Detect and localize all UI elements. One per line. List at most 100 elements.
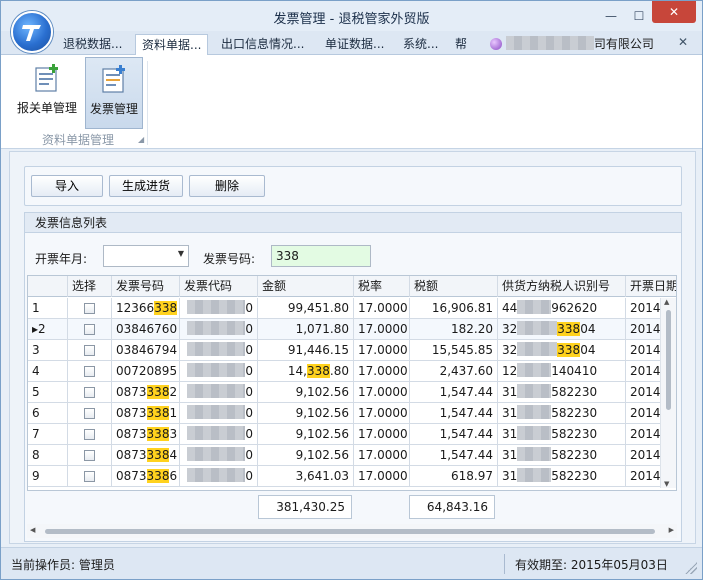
scrollbar-thumb[interactable] bbox=[666, 310, 671, 410]
amount-cell: 91,446.15 bbox=[258, 340, 354, 361]
tax-amount-text: 1,547.44 bbox=[439, 448, 493, 462]
col-header-invoice-date[interactable]: 开票日期 bbox=[626, 276, 676, 297]
tax-amount-cell: 618.97 bbox=[410, 466, 498, 487]
col-header-select[interactable]: 选择 bbox=[68, 276, 112, 297]
scroll-up-icon[interactable]: ▲ bbox=[664, 298, 669, 306]
tax-amount-text: 15,545.85 bbox=[431, 343, 493, 357]
scroll-right-icon[interactable]: ▶ bbox=[669, 526, 674, 534]
row-select-checkbox[interactable] bbox=[84, 429, 95, 440]
scroll-down-icon[interactable]: ▼ bbox=[664, 480, 669, 488]
table-row[interactable]: 8 08733384 0 9,102.56 17.0000 1,547.44 31 58223… bbox=[28, 445, 676, 466]
horizontal-scrollbar-thumb[interactable] bbox=[45, 529, 655, 534]
menu-tabs: 退税数据... 资料单据... 出口信息情况... 单证数据... 系统... … bbox=[1, 31, 702, 55]
tab-documents[interactable]: 资料单据... bbox=[135, 34, 209, 55]
license-expiry: 有效期至: 2015年05月03日 bbox=[515, 558, 668, 572]
invoice-code-tail: 0 bbox=[245, 469, 253, 483]
supplier-id-suffix: 962620 bbox=[551, 301, 598, 315]
tax-amount-text: 182.20 bbox=[451, 322, 493, 336]
supplier-tax-id-cell: 31 582230 bbox=[498, 424, 626, 445]
row-select-checkbox[interactable] bbox=[84, 345, 95, 356]
row-index: 4 bbox=[32, 364, 40, 378]
title-bar[interactable]: 发票管理 - 退税管家外贸版 — ☐ ✕ bbox=[1, 1, 702, 31]
table-row[interactable]: 9 08733386 0 3,641.03 17.0000 618.97 31 582230 2… bbox=[28, 466, 676, 487]
tab-voucher-data[interactable]: 单证数据... bbox=[319, 34, 390, 55]
generate-purchase-button[interactable]: 生成进货 bbox=[109, 175, 183, 197]
tab-help[interactable]: 帮 bbox=[449, 34, 473, 55]
col-header-tax-amount[interactable]: 税额 bbox=[410, 276, 498, 297]
minimize-button[interactable]: — bbox=[598, 7, 624, 25]
supplier-tax-id-cell: 44 962620 bbox=[498, 298, 626, 319]
row-select-checkbox[interactable] bbox=[84, 471, 95, 482]
tax-amount-cell: 15,545.85 bbox=[410, 340, 498, 361]
table-row[interactable]: 6 08733381 0 9,102.56 17.0000 1,547.44 31 58223… bbox=[28, 403, 676, 424]
tab-tax-refund-data[interactable]: 退税数据... bbox=[57, 34, 128, 55]
col-header-amount[interactable]: 金额 bbox=[258, 276, 354, 297]
tax-amount-cell: 1,547.44 bbox=[410, 382, 498, 403]
grid-horizontal-scrollbar[interactable]: ◀ ▶ bbox=[27, 524, 677, 538]
import-button[interactable]: 导入 bbox=[31, 175, 103, 197]
select-cell bbox=[68, 361, 112, 382]
search-highlight: 338 bbox=[146, 385, 170, 399]
tax-rate-text: 17.0000 bbox=[358, 385, 408, 399]
col-header-tax-rate[interactable]: 税率 bbox=[354, 276, 410, 297]
maximize-button[interactable]: ☐ bbox=[626, 7, 652, 25]
resize-grip-icon[interactable] bbox=[685, 562, 697, 574]
amount-cell: 9,102.56 bbox=[258, 445, 354, 466]
row-index-cell: 9 bbox=[28, 466, 68, 487]
invoice-code-tail: 0 bbox=[245, 427, 253, 441]
close-tab-icon[interactable]: ✕ bbox=[678, 35, 688, 49]
invoice-number-text: 0873 bbox=[116, 427, 147, 441]
search-highlight: 338 bbox=[557, 343, 581, 357]
customs-declaration-button[interactable]: 报关单管理 bbox=[13, 57, 81, 129]
table-row[interactable]: 7 08733383 0 9,102.56 17.0000 1,547.44 31 58223… bbox=[28, 424, 676, 445]
table-row[interactable]: ▸2 03846760 0 1,071.80 17.0000 182.20 32 33804 2… bbox=[28, 319, 676, 340]
scroll-left-icon[interactable]: ◀ bbox=[30, 526, 35, 534]
delete-button[interactable]: 删除 bbox=[189, 175, 265, 197]
redacted-invoice-code bbox=[187, 384, 246, 398]
row-index: 1 bbox=[32, 301, 40, 315]
tab-system[interactable]: 系统... bbox=[397, 34, 444, 55]
supplier-id-prefix: 31 bbox=[502, 469, 518, 483]
col-header-supplier-tax-id[interactable]: 供货方纳税人识别号 bbox=[498, 276, 626, 297]
amount-text: 99,451.80 bbox=[287, 301, 349, 315]
table-row[interactable]: 5 08733382 0 9,102.56 17.0000 1,547.44 31 58223… bbox=[28, 382, 676, 403]
tax-rate-text: 17.0000 bbox=[358, 406, 408, 420]
search-highlight: 338 bbox=[146, 427, 170, 441]
invoice-code-tail: 0 bbox=[245, 301, 253, 315]
table-row[interactable]: 1 12366338 0 99,451.80 17.0000 16,906.81 44 962… bbox=[28, 298, 676, 319]
supplier-id-prefix: 31 bbox=[502, 427, 518, 441]
invoice-number-cell: 00720895 bbox=[112, 361, 180, 382]
total-tax: 64,843.16 bbox=[409, 495, 495, 519]
redacted-supplier-id bbox=[517, 405, 552, 419]
invoice-code-tail: 0 bbox=[245, 406, 253, 420]
row-select-checkbox[interactable] bbox=[84, 408, 95, 419]
tab-export-info[interactable]: 出口信息情况... bbox=[215, 34, 310, 55]
tax-rate-text: 17.0000 bbox=[358, 448, 408, 462]
supplier-id-prefix: 31 bbox=[502, 406, 518, 420]
table-row[interactable]: 4 00720895 0 14,338.80 17.0000 2,437.60 12 1404… bbox=[28, 361, 676, 382]
invoice-code-cell: 0 bbox=[180, 340, 258, 361]
group-launcher-icon[interactable]: ◢ bbox=[138, 135, 144, 144]
col-header-invoice-number[interactable]: 发票号码 bbox=[112, 276, 180, 297]
company-suffix: 司有限公司 bbox=[593, 37, 654, 51]
col-header-invoice-code[interactable]: 发票代码 bbox=[180, 276, 258, 297]
row-select-checkbox[interactable] bbox=[84, 387, 95, 398]
row-select-checkbox[interactable] bbox=[84, 303, 95, 314]
table-row[interactable]: 3 03846794 0 91,446.15 17.0000 15,545.85 32 338… bbox=[28, 340, 676, 361]
invoice-management-button[interactable]: 发票管理 bbox=[85, 57, 143, 129]
app-logo-icon[interactable] bbox=[11, 11, 53, 53]
tax-rate-text: 17.0000 bbox=[358, 301, 408, 315]
row-select-checkbox[interactable] bbox=[84, 450, 95, 461]
close-button[interactable]: ✕ bbox=[652, 1, 696, 23]
panel-title: 发票信息列表 bbox=[25, 213, 681, 233]
grid-vertical-scrollbar[interactable]: ▲ ▼ bbox=[660, 298, 676, 488]
redacted-invoice-code bbox=[187, 300, 246, 314]
row-select-checkbox[interactable] bbox=[84, 324, 95, 335]
supplier-tax-id-cell: 31 582230 bbox=[498, 403, 626, 424]
tax-rate-cell: 17.0000 bbox=[354, 382, 410, 403]
row-index: 8 bbox=[32, 448, 40, 462]
invoice-number-cell: 08733384 bbox=[112, 445, 180, 466]
row-select-checkbox[interactable] bbox=[84, 366, 95, 377]
invoice-number-input[interactable]: 338 bbox=[271, 245, 371, 267]
invoice-month-select[interactable]: ▼ bbox=[103, 245, 189, 267]
